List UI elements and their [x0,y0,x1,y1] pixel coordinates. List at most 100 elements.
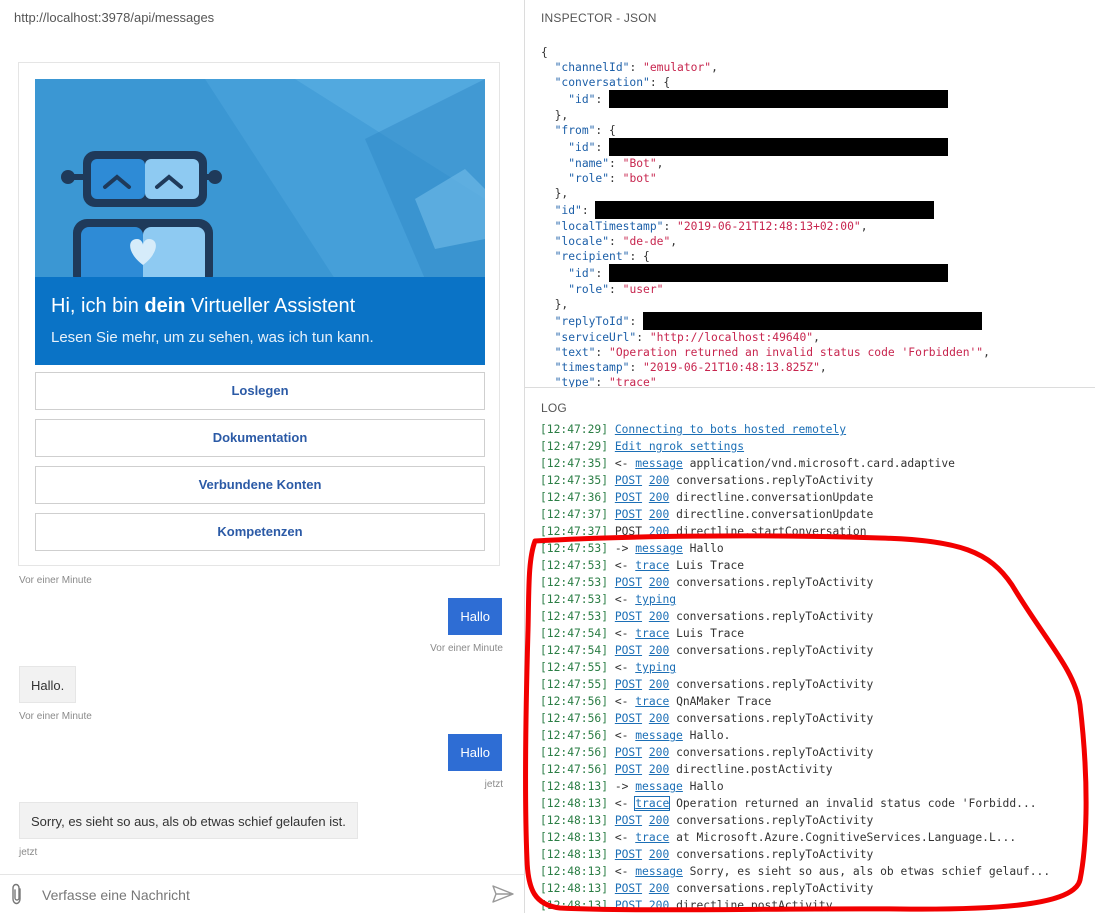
log-timestamp: [12:47:56] [540,729,609,742]
kompetenzen-button[interactable]: Kompetenzen [35,513,485,551]
log-status-link[interactable]: 200 [649,644,669,657]
log-status-link[interactable]: 200 [649,899,669,912]
log-status-link[interactable]: 200 [649,474,669,487]
log-link[interactable]: POST [615,848,642,861]
log-timestamp: [12:48:13] [540,882,609,895]
endpoint-url: http://localhost:3978/api/messages [14,10,215,25]
log-link[interactable]: message [635,865,683,878]
log-link[interactable]: POST [615,610,642,623]
log-status-link[interactable]: 200 [649,508,669,521]
log-link[interactable]: trace [635,695,669,708]
log-text: Luis Trace [676,559,745,572]
log-timestamp: [12:47:56] [540,746,609,759]
message-input[interactable] [40,882,464,908]
log-timestamp: [12:47:54] [540,627,609,640]
log-entry: [12:47:53] POST 200 conversations.replyT… [540,574,1050,591]
log-timestamp: [12:47:56] [540,712,609,725]
card-subtitle: Lesen Sie mehr, um zu sehen, was ich tun… [51,329,374,346]
log-link[interactable]: message [635,542,683,555]
log-link[interactable]: POST [615,474,642,487]
log-timestamp: [12:48:13] [540,780,609,793]
bot-message: Hallo. [19,666,77,703]
log-timestamp: [12:47:56] [540,763,609,776]
log-text: conversations.replyToActivity [676,712,874,725]
log-entry: [12:48:13] <- message Sorry, es sieht so… [540,863,1050,880]
log-status-link[interactable]: 200 [649,610,669,623]
log-status-link[interactable]: 200 [649,814,669,827]
log-timestamp: [12:48:13] [540,865,609,878]
log-direction: <- [614,661,629,674]
log-link[interactable]: POST [615,644,642,657]
log-status-link[interactable]: 200 [649,763,669,776]
log-direction: <- [614,593,629,606]
log-text: conversations.replyToActivity [676,576,874,589]
log-link[interactable]: POST [615,491,642,504]
log-link[interactable]: POST [615,746,642,759]
log-timestamp: [12:47:55] [540,678,609,691]
redacted-value [643,312,983,330]
log-link[interactable]: trace [634,796,671,811]
log-status-link[interactable]: 200 [649,525,669,538]
chat-panel: http://localhost:3978/api/messages Hi, i… [0,0,524,913]
log-link[interactable]: trace [635,559,669,572]
log-link[interactable]: POST [615,814,642,827]
send-icon[interactable] [491,884,515,904]
log-link[interactable]: typing [635,593,676,606]
loslegen-button[interactable]: Loslegen [35,372,485,410]
log-text: at Microsoft.Azure.CognitiveServices.Lan… [676,831,1017,844]
log-link[interactable]: POST [615,763,642,776]
log-link[interactable]: POST [615,508,642,521]
log-entry: [12:47:37] POST 200 directline.conversat… [540,506,1050,523]
dokumentation-button[interactable]: Dokumentation [35,419,485,457]
verbundene-konten-button[interactable]: Verbundene Konten [35,466,485,504]
log-link[interactable]: POST [615,882,642,895]
log-link[interactable]: POST [615,899,642,912]
log-text: Hallo. [689,729,731,742]
log-link[interactable]: message [635,457,683,470]
log-link[interactable]: POST [615,712,642,725]
log-text: conversations.replyToActivity [676,644,874,657]
log-text: directline.postActivity [676,899,833,912]
log-timestamp: [12:47:53] [540,593,609,606]
log-entry: [12:47:56] POST 200 directline.postActiv… [540,761,1050,778]
log-status-link[interactable]: 200 [649,491,669,504]
log-link[interactable]: Connecting to bots hosted remotely [615,423,846,436]
log-text: Hallo [689,780,724,793]
log-link[interactable]: trace [635,627,669,640]
log-text: conversations.replyToActivity [676,746,874,759]
log-entry: [12:47:35] POST 200 conversations.replyT… [540,472,1050,489]
log-timestamp: [12:47:53] [540,576,609,589]
log-link[interactable]: POST [615,576,642,589]
log-entry: [12:48:13] POST 200 directline.postActiv… [540,897,1050,913]
redacted-value [609,90,949,108]
log-status-link[interactable]: 200 [649,576,669,589]
message-composer [0,874,524,913]
redacted-value [595,201,935,219]
log-link[interactable]: Edit ngrok settings [615,440,744,453]
log-link[interactable]: typing [635,661,676,674]
card-timestamp: Vor einer Minute [19,575,92,586]
log-text: Sorry, es sieht so aus, als ob etwas sch… [689,865,1051,878]
log-status-link[interactable]: 200 [649,848,669,861]
log-link[interactable]: trace [635,831,669,844]
log-entry: [12:48:13] POST 200 conversations.replyT… [540,812,1050,829]
paperclip-icon[interactable] [9,883,25,905]
log-link[interactable]: message [635,729,683,742]
log-title: LOG [541,401,567,415]
message-timestamp: jetzt [19,847,38,858]
log-status-link[interactable]: 200 [649,746,669,759]
log-link[interactable]: message [635,780,683,793]
message-timestamp: jetzt [484,779,503,790]
log-timestamp: [12:47:53] [540,559,609,572]
log-link[interactable]: POST [615,678,642,691]
log-entry: [12:47:36] POST 200 directline.conversat… [540,489,1050,506]
log-status-link[interactable]: 200 [649,882,669,895]
log-entry: [12:48:13] POST 200 conversations.replyT… [540,846,1050,863]
log-text: Luis Trace [676,627,745,640]
log-status-link[interactable]: 200 [649,678,669,691]
log-direction: <- [614,729,629,742]
log-direction: <- [614,559,629,572]
card-hero: Hi, ich bin dein Virtueller Assistent Le… [35,79,485,365]
log-status-link[interactable]: 200 [649,712,669,725]
log-timestamp: [12:47:29] [540,423,609,436]
